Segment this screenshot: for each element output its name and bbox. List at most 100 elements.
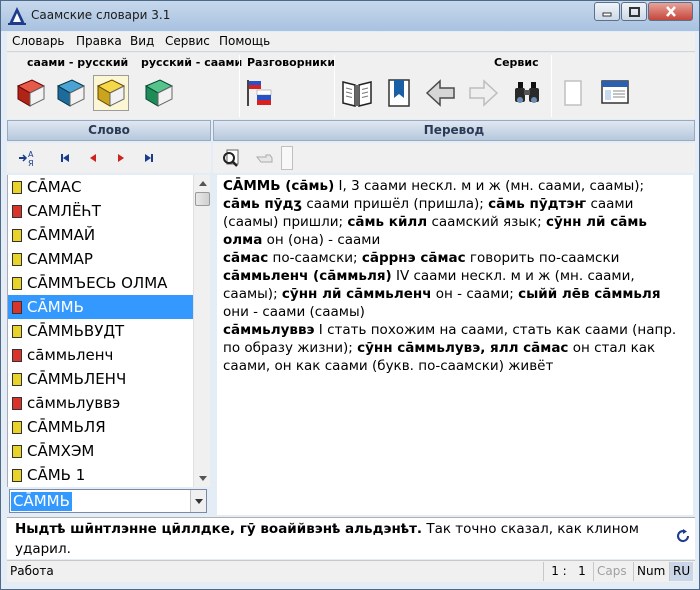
- minimize-button[interactable]: [594, 2, 620, 21]
- word-list-item[interactable]: СА̄ММЬЛЯ: [8, 415, 193, 439]
- svg-text:А: А: [28, 150, 34, 159]
- close-icon: [665, 6, 676, 17]
- forward-button[interactable]: [465, 75, 501, 111]
- menu-bar: Словарь Правка Вид Сервис Помощь: [7, 32, 695, 52]
- next-word-button[interactable]: [111, 148, 131, 168]
- word-list-item[interactable]: СА̄МАС: [8, 175, 193, 199]
- left-pane-header: Слово: [7, 120, 211, 141]
- word-list-item-label: СА̄ММЪЕСЬ ОЛМА: [27, 274, 168, 292]
- translation-entry: са̄ммьленч (са̄ммьля) IV саами нескл. м …: [223, 267, 685, 321]
- example: са̄ррнэ са̄мас: [361, 250, 466, 266]
- word-list-scrollbar[interactable]: [193, 175, 210, 487]
- pointer-button[interactable]: [255, 148, 275, 168]
- translation-fragment: говорить по-саамски: [465, 250, 620, 266]
- word-list-item[interactable]: СА̄ММЬВУДТ: [8, 319, 193, 343]
- phrasebook-button[interactable]: [241, 75, 277, 111]
- word-list-item-label: СА̄ММЬЛЕНЧ: [27, 370, 127, 388]
- minimize-icon: [602, 12, 612, 16]
- dictionary-yellow-button[interactable]: [93, 75, 129, 111]
- maximize-icon: [628, 6, 640, 17]
- scroll-up-button[interactable]: [194, 175, 211, 192]
- toolbar-group-label-russian-saami: русский - саами: [141, 56, 243, 69]
- menu-vid[interactable]: Вид: [130, 34, 154, 48]
- word-list-item-label: САММАР: [27, 250, 93, 268]
- translation-entry: СА̄ММЬ (са̄мь) I, 3 саами нескл. м и ж (…: [223, 177, 685, 249]
- word-list[interactable]: СА̄МАС САМЛЁҺТ СА̄ММАЙ САММАР СА̄ММЪЕСЬ ОЛМА…: [7, 175, 193, 487]
- dictionary-book-icon: [12, 396, 22, 410]
- menu-pomosch[interactable]: Помощь: [219, 34, 270, 48]
- search-input[interactable]: СА̄ММЬ: [11, 492, 72, 511]
- toolbar-separator: [239, 55, 240, 117]
- sort-az-icon: АЯ: [19, 150, 34, 168]
- translation-fragment: саами пришёл (пришла);: [302, 196, 489, 212]
- word-list-item[interactable]: СА̄ММЪЕСЬ ОЛМА: [8, 271, 193, 295]
- dictionary-red-button[interactable]: [13, 75, 49, 111]
- svg-text:Я: Я: [28, 159, 34, 168]
- dictionary-blue-button[interactable]: [53, 75, 89, 111]
- first-word-button[interactable]: [55, 148, 75, 168]
- binoculars-icon: [515, 82, 539, 103]
- window-view-button[interactable]: [597, 75, 633, 111]
- menu-slovar[interactable]: Словарь: [12, 34, 65, 48]
- sort-az-button[interactable]: АЯ: [17, 148, 37, 168]
- word-list-item[interactable]: СА̄ММАЙ: [8, 223, 193, 247]
- example: сӯнн са̄ммьлувэ, ялл са̄мас: [357, 340, 569, 356]
- toolbar-spacer: [281, 146, 293, 170]
- app-logo-icon: [8, 7, 26, 25]
- scroll-thumb[interactable]: [195, 192, 210, 206]
- title-bar[interactable]: Саамские словари 3.1: [1, 1, 699, 31]
- chevron-down-icon: [194, 498, 203, 504]
- last-word-button[interactable]: [139, 148, 159, 168]
- open-book-icon: [342, 81, 372, 107]
- word-list-item-label: САМЛЁҺТ: [27, 202, 101, 220]
- dictionary-book-icon: [12, 444, 22, 458]
- headword: са̄ммьленч (са̄ммьля): [223, 268, 392, 284]
- scroll-down-button[interactable]: [194, 470, 211, 487]
- menu-servis[interactable]: Сервис: [165, 34, 210, 48]
- word-list-item[interactable]: СА̄МХЭМ: [8, 439, 193, 463]
- word-list-item[interactable]: САМЛЁҺТ: [8, 199, 193, 223]
- menu-pravka[interactable]: Правка: [76, 34, 122, 48]
- maximize-button[interactable]: [621, 2, 647, 21]
- toolbar-separator: [334, 55, 335, 117]
- blue-book-icon: [56, 79, 86, 107]
- word-list-item[interactable]: са̄ммьленч: [8, 343, 193, 367]
- translation-text: СА̄ММЬ (са̄мь) I, 3 саами нескл. м и ж (…: [217, 175, 693, 515]
- word-list-item[interactable]: са̄ммьлуввэ: [8, 391, 193, 415]
- num-indicator: Num: [633, 562, 669, 581]
- refresh-icon[interactable]: [675, 528, 691, 544]
- word-list-item[interactable]: САММАР: [8, 247, 193, 271]
- word-list-item[interactable]: СА̄МЬ 1: [8, 463, 193, 487]
- dictionary-book-icon: [12, 372, 22, 386]
- translation-fragment: он (она) - саами: [262, 232, 381, 248]
- back-button[interactable]: [423, 75, 459, 111]
- bookmark-button[interactable]: [381, 75, 417, 111]
- word-list-item-label: СА̄ММЬВУДТ: [27, 322, 125, 340]
- word-list-item-label: са̄ммьленч: [27, 346, 114, 364]
- headword: СА̄ММЬ (са̄мь): [223, 178, 335, 194]
- arrow-right-icon: [469, 79, 499, 107]
- prev-word-button[interactable]: [83, 148, 103, 168]
- last-icon: [145, 154, 153, 162]
- word-list-item[interactable]: СА̄ММЬЛЕНЧ: [8, 367, 193, 391]
- dictionary-green-button[interactable]: [141, 75, 177, 111]
- language-indicator: RU: [669, 562, 693, 581]
- close-button[interactable]: [648, 2, 693, 21]
- yellow-book-icon: [96, 79, 126, 107]
- zoom-search-button[interactable]: [221, 148, 241, 168]
- example: сыйй лēв са̄ммьля: [518, 286, 661, 302]
- search-combobox[interactable]: СА̄ММЬ: [9, 489, 207, 513]
- translation-fragment: саамский язык;: [427, 214, 546, 230]
- proverb-saami: Ныдтҍ шӣнтлэнне цӣллдке, гӯ воаййвэнҍ ал…: [15, 521, 423, 537]
- search-binoculars-button[interactable]: [509, 75, 545, 111]
- translation-entry: са̄ммьлуввэ I стать похожим на саами, ст…: [223, 321, 685, 375]
- toolbar-group-label-service: Сервис: [494, 56, 539, 69]
- status-text: Работа: [10, 564, 54, 578]
- window-title: Саамские словари 3.1: [31, 8, 171, 22]
- word-list-item[interactable]: СА̄ММЬ: [8, 295, 193, 319]
- next-icon: [118, 154, 124, 162]
- open-book-button[interactable]: [339, 75, 375, 111]
- combo-dropdown-button[interactable]: [190, 490, 206, 512]
- example: са̄мь пӯдтэҥ: [488, 196, 587, 212]
- blank-page-button[interactable]: [555, 75, 591, 111]
